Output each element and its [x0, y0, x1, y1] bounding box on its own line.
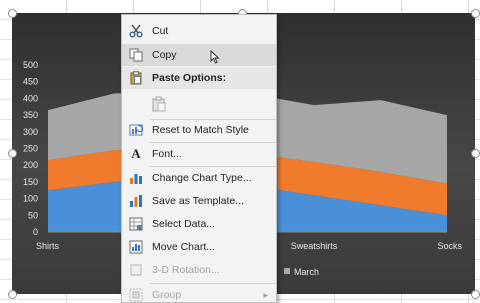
menu-item-label: Save as Template...	[152, 195, 245, 207]
menu-item-select-data[interactable]: Select Data...	[122, 213, 276, 235]
y-tick-label: 400	[23, 93, 38, 103]
paste-options-icon	[128, 70, 144, 86]
menu-item-label: 3-D Rotation...	[152, 264, 220, 276]
y-tick-label: 300	[23, 127, 38, 137]
y-tick-label: 500	[23, 60, 38, 70]
menu-item-label: Paste Options:	[152, 72, 227, 84]
mouse-pointer-icon	[210, 49, 220, 67]
y-tick-label: 200	[23, 160, 38, 170]
font-icon: A	[131, 146, 141, 161]
rotation-icon	[128, 262, 144, 278]
y-tick-label: 350	[23, 110, 38, 120]
resize-handle-middle-right[interactable]	[471, 149, 480, 158]
y-tick-label: 0	[33, 227, 38, 237]
select-data-icon	[128, 216, 144, 232]
menu-item-reset-to-match-style[interactable]: Reset to Match Style	[122, 119, 276, 141]
menu-item-label: Group	[152, 289, 182, 301]
menu-item-cut[interactable]: Cut	[122, 20, 276, 42]
menu-item-save-as-template[interactable]: Save as Template...	[122, 190, 276, 212]
move-chart-icon	[128, 239, 144, 255]
menu-item-group: Group ▸	[122, 284, 276, 302]
chart-legend[interactable]: March	[284, 267, 319, 277]
resize-handle-top-right[interactable]	[471, 9, 480, 18]
template-icon	[128, 193, 144, 209]
menu-item-label: Move Chart...	[152, 241, 216, 253]
cut-icon	[128, 23, 144, 39]
menu-item-label: Reset to Match Style	[152, 124, 249, 136]
resize-handle-middle-left[interactable]	[8, 149, 17, 158]
menu-item-3d-rotation: 3-D Rotation...	[122, 259, 276, 281]
y-tick-label: 250	[23, 144, 38, 154]
reset-style-icon	[128, 122, 144, 138]
legend-swatch	[284, 268, 290, 274]
copy-icon	[128, 47, 144, 63]
paste-option-keep-formatting[interactable]	[122, 91, 276, 117]
submenu-arrow-icon: ▸	[263, 289, 268, 300]
menu-item-label: Copy	[152, 49, 177, 61]
x-tick-label: Shirts	[36, 241, 60, 251]
paste-options-header: Paste Options:	[122, 67, 276, 89]
menu-item-move-chart[interactable]: Move Chart...	[122, 236, 276, 258]
menu-item-label: Font...	[152, 148, 182, 160]
x-tick-label: Socks	[437, 241, 462, 251]
paste-icon	[150, 95, 168, 113]
group-icon	[128, 287, 144, 302]
y-tick-label: 100	[23, 194, 38, 204]
x-tick-label: Sweatshirts	[291, 241, 338, 251]
resize-handle-bottom-right[interactable]	[471, 290, 480, 299]
chart-type-icon	[128, 170, 144, 186]
menu-item-label: Change Chart Type...	[152, 172, 252, 184]
y-tick-label: 150	[23, 177, 38, 187]
legend-label: March	[294, 267, 319, 277]
menu-item-change-chart-type[interactable]: Change Chart Type...	[122, 167, 276, 189]
resize-handle-top-left[interactable]	[8, 9, 17, 18]
y-tick-label: 50	[28, 210, 38, 220]
resize-handle-bottom-left[interactable]	[8, 290, 17, 299]
menu-item-copy[interactable]: Copy	[122, 44, 276, 66]
context-menu: Cut Copy Paste Options: Reset to Match S…	[121, 14, 277, 303]
menu-item-label: Select Data...	[152, 218, 216, 230]
menu-item-font[interactable]: A Font...	[122, 143, 276, 165]
y-tick-label: 450	[23, 77, 38, 87]
menu-item-label: Cut	[152, 25, 169, 37]
